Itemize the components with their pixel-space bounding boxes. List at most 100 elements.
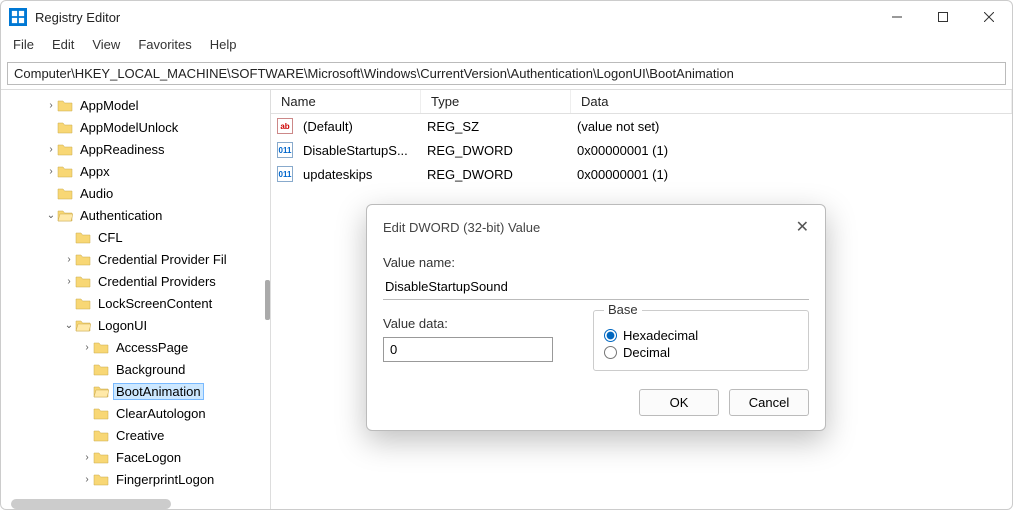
value-data-label: Value data: (383, 316, 563, 331)
folder-icon (57, 186, 73, 200)
tree-twisty-icon[interactable]: › (45, 166, 57, 177)
splitter-handle[interactable] (265, 280, 270, 320)
folder-icon (57, 120, 73, 134)
tree-item[interactable]: Background (1, 358, 270, 380)
tree-item[interactable]: BootAnimation (1, 380, 270, 402)
tree-twisty-icon[interactable]: › (81, 452, 93, 463)
tree-item-label: AccessPage (113, 340, 191, 355)
tree-item[interactable]: › Credential Providers (1, 270, 270, 292)
column-header-data[interactable]: Data (571, 90, 1012, 113)
tree-item[interactable]: LockScreenContent (1, 292, 270, 314)
tree-twisty-icon[interactable]: › (81, 474, 93, 485)
tree-item-label: LogonUI (95, 318, 150, 333)
tree-item[interactable]: Creative (1, 424, 270, 446)
tree-twisty-icon[interactable]: › (63, 254, 75, 265)
tree-item-label: BootAnimation (113, 383, 204, 400)
tree-item-label: FaceLogon (113, 450, 184, 465)
folder-icon (93, 450, 109, 464)
value-type-icon: 011 (277, 166, 293, 182)
list-row[interactable]: ab(Default)REG_SZ(value not set) (271, 114, 1012, 138)
value-data-field[interactable] (383, 337, 553, 362)
titlebar: Registry Editor (1, 1, 1012, 33)
dialog-title: Edit DWORD (32-bit) Value (383, 220, 796, 235)
cell-data: 0x00000001 (1) (571, 143, 674, 158)
addressbar (1, 58, 1012, 89)
minimize-button[interactable] (874, 1, 920, 33)
tree-item-label: Appx (77, 164, 113, 179)
tree-item[interactable]: › FaceLogon (1, 446, 270, 468)
tree-item[interactable]: › AppReadiness (1, 138, 270, 160)
maximize-button[interactable] (920, 1, 966, 33)
cell-data: 0x00000001 (1) (571, 167, 674, 182)
cell-type: REG_DWORD (421, 167, 571, 182)
tree-item-label: AppModel (77, 98, 142, 113)
tree-item[interactable]: › AccessPage (1, 336, 270, 358)
tree-twisty-icon[interactable]: › (63, 276, 75, 287)
ok-button[interactable]: OK (639, 389, 719, 416)
folder-icon (93, 340, 109, 354)
tree-item[interactable]: › AppModel (1, 94, 270, 116)
tree-twisty-icon[interactable]: ⌄ (63, 320, 75, 331)
folder-icon (57, 208, 73, 222)
cell-name: (Default) (297, 119, 421, 134)
tree-item[interactable]: AppModelUnlock (1, 116, 270, 138)
tree-item-label: Credential Providers (95, 274, 219, 289)
tree-item[interactable]: ClearAutologon (1, 402, 270, 424)
value-type-icon: ab (277, 118, 293, 134)
menu-help[interactable]: Help (210, 37, 237, 52)
tree-item[interactable]: ›FingerprintLogon (1, 468, 270, 490)
tree-twisty-icon[interactable]: › (45, 100, 57, 111)
dialog-close-icon[interactable]: ✕ (796, 217, 809, 237)
tree-item[interactable]: ⌄ LogonUI (1, 314, 270, 336)
cell-data: (value not set) (571, 119, 665, 134)
menu-favorites[interactable]: Favorites (138, 37, 191, 52)
list-row[interactable]: 011updateskipsREG_DWORD0x00000001 (1) (271, 162, 1012, 186)
list-row[interactable]: 011DisableStartupS...REG_DWORD0x00000001… (271, 138, 1012, 162)
column-header-name[interactable]: Name (271, 90, 421, 113)
address-input[interactable] (7, 62, 1006, 85)
value-type-icon: 011 (277, 142, 293, 158)
column-header-type[interactable]: Type (421, 90, 571, 113)
tree-item[interactable]: CFL (1, 226, 270, 248)
menubar: File Edit View Favorites Help (1, 33, 1012, 58)
close-button[interactable] (966, 1, 1012, 33)
tree-twisty-icon[interactable]: › (45, 144, 57, 155)
cancel-button[interactable]: Cancel (729, 389, 809, 416)
edit-dword-dialog: Edit DWORD (32-bit) Value ✕ Value name: … (366, 204, 826, 431)
tree-item[interactable]: › Credential Provider Fil (1, 248, 270, 270)
base-legend: Base (604, 302, 642, 317)
tree-item-label: Audio (77, 186, 116, 201)
window-title: Registry Editor (35, 10, 120, 25)
tree-item-label: Creative (113, 428, 167, 443)
folder-icon (75, 318, 91, 332)
folder-icon (93, 384, 109, 398)
regedit-icon (9, 8, 27, 26)
value-name-label: Value name: (383, 255, 809, 270)
tree-item[interactable]: Audio (1, 182, 270, 204)
horizontal-scrollbar[interactable] (11, 499, 171, 509)
tree-item-label: AppModelUnlock (77, 120, 181, 135)
folder-icon (57, 98, 73, 112)
tree-item-label: Background (113, 362, 188, 377)
tree-item-label: CFL (95, 230, 126, 245)
radio-decimal[interactable] (604, 346, 617, 359)
folder-icon (93, 472, 109, 486)
tree-item-label: Authentication (77, 208, 165, 223)
cell-name: DisableStartupS... (297, 143, 421, 158)
tree-item[interactable]: ⌄ Authentication (1, 204, 270, 226)
folder-icon (57, 164, 73, 178)
folder-icon (75, 230, 91, 244)
value-name-field[interactable] (383, 274, 809, 300)
tree-twisty-icon[interactable]: ⌄ (45, 210, 57, 221)
tree-item[interactable]: › Appx (1, 160, 270, 182)
menu-edit[interactable]: Edit (52, 37, 74, 52)
tree-twisty-icon[interactable]: › (81, 342, 93, 353)
folder-icon (57, 142, 73, 156)
tree-pane[interactable]: › AppModel AppModelUnlock › AppReadiness › App… (1, 90, 271, 509)
menu-file[interactable]: File (13, 37, 34, 52)
tree-item-label: AppReadiness (77, 142, 168, 157)
folder-icon (75, 296, 91, 310)
radio-hexadecimal[interactable] (604, 329, 617, 342)
menu-view[interactable]: View (92, 37, 120, 52)
tree-item-label: Credential Provider Fil (95, 252, 230, 267)
